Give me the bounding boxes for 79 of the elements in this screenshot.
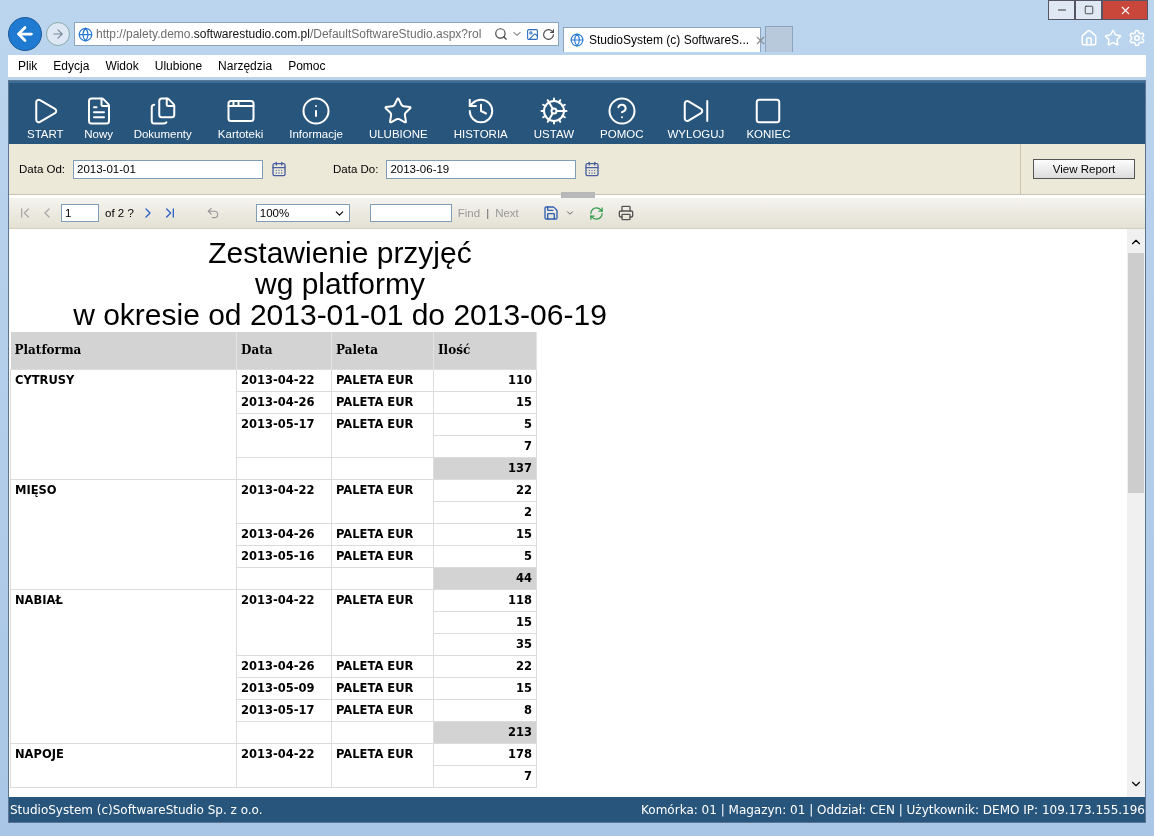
toolbar-button[interactable]: WYLOGUJ — [659, 96, 733, 140]
calendar-icon[interactable] — [584, 161, 601, 177]
menu-item[interactable]: Ulubione — [154, 59, 203, 73]
date-cell: 2013-04-22 — [236, 589, 332, 655]
toolbar-button[interactable]: POMOC — [592, 96, 652, 140]
browser-icon — [570, 33, 584, 47]
find-field[interactable] — [369, 204, 452, 222]
date-cell: 2013-05-17 — [236, 413, 332, 457]
column-header: Paleta — [331, 332, 434, 369]
status-right: Komórka: 01 | Magazyn: 01 | Oddział: CEN | Użytkownik: DEMO IP: 109.173.155.196 — [641, 802, 1145, 817]
star-icon[interactable] — [1104, 29, 1122, 47]
print-icon[interactable] — [617, 205, 634, 221]
date-to-label: Data Do: — [333, 163, 379, 175]
menu-item[interactable]: Edycja — [53, 59, 90, 73]
caret-icon[interactable] — [564, 208, 575, 218]
refresh-icon[interactable] — [542, 27, 555, 41]
help-icon — [606, 96, 637, 126]
report-title: wg platformy — [254, 268, 426, 299]
toolbar-button[interactable]: Nowy — [75, 96, 122, 140]
date-cell: 2013-04-22 — [236, 743, 332, 787]
toolbar-button[interactable]: KONIEC — [738, 96, 799, 140]
arrow-right-icon — [51, 27, 65, 41]
page-field[interactable]: 1 — [61, 204, 99, 222]
maximize-icon — [1083, 5, 1094, 15]
platform-cell: NABIAŁ — [10, 589, 237, 743]
menu-item[interactable]: Pomoc — [288, 59, 326, 73]
platform-cell: MIĘSO — [10, 479, 237, 589]
pallet-cell: PALETA EUR — [331, 479, 434, 523]
minimize-button[interactable] — [1048, 0, 1075, 20]
pallet-cell: PALETA EUR — [331, 413, 434, 457]
zoom-select[interactable]: 100% — [255, 204, 350, 222]
forward-button[interactable] — [46, 22, 70, 46]
close-button[interactable] — [1102, 0, 1148, 20]
collapse-handle[interactable] — [561, 192, 595, 198]
page-count: of 2 ? — [105, 207, 134, 219]
search-icon[interactable] — [494, 27, 508, 41]
back-button[interactable] — [8, 17, 42, 51]
quantity-cell: 110 — [433, 369, 537, 391]
date-cell: 2013-04-22 — [236, 369, 332, 391]
toolbar-button[interactable]: ULUBIONE — [360, 96, 436, 140]
date-from-field[interactable]: 2013-01-01 — [73, 159, 264, 179]
maximize-button[interactable] — [1075, 0, 1102, 20]
status-left: StudioSystem (c)SoftwareStudio Sp. z o.o. — [10, 802, 263, 817]
address-text: http://palety.demo.softwarestudio.com.pl/DefaultSoftwareStudio.aspx?rol — [96, 27, 482, 41]
pallet-cell: PALETA EUR — [331, 743, 434, 787]
report-title: Zestawienie przyjęć — [208, 237, 472, 268]
platform-cell: NAPOJE — [10, 743, 237, 787]
scrollbar[interactable] — [1127, 229, 1145, 797]
menu-item[interactable]: Widok — [105, 59, 139, 73]
toolbar-button[interactable]: HISTORIA — [445, 96, 516, 140]
address-bar[interactable]: http://palety.demo.softwarestudio.com.pl/DefaultSoftwareStudio.aspx?rol — [74, 22, 559, 46]
save-icon[interactable] — [542, 205, 559, 221]
menu-item[interactable]: Narzędzia — [218, 59, 273, 73]
date-to-field[interactable]: 2013-06-19 — [386, 159, 577, 179]
menu-item[interactable]: Plik — [18, 59, 38, 73]
gears-icon — [538, 96, 569, 126]
toolbar-button[interactable]: START — [19, 96, 72, 140]
toolbar-button[interactable]: USTAW — [525, 96, 583, 140]
image-icon[interactable] — [526, 27, 539, 41]
column-header: Data — [236, 332, 332, 369]
toolbar-button[interactable]: Kartoteki — [209, 96, 272, 140]
calendar-icon[interactable] — [271, 161, 288, 177]
browser-icon — [78, 26, 93, 42]
column-header: Platforma — [10, 332, 237, 369]
tab-title: StudioSystem (c) SoftwareS... — [589, 33, 750, 47]
pallet-cell: PALETA EUR — [331, 369, 434, 391]
toolbar-button[interactable]: Informacje — [281, 96, 351, 140]
report-title: w okresie od 2013-01-01 do 2013-06-19 — [73, 299, 607, 330]
toolbar-button[interactable]: Dokumenty — [125, 96, 200, 140]
platform-cell: CYTRUSY — [10, 369, 237, 479]
pallet-cell: PALETA EUR — [331, 589, 434, 655]
date-from-label: Data Od: — [19, 163, 66, 175]
date-cell: 2013-04-22 — [236, 479, 332, 523]
column-header: Ilość — [433, 332, 537, 369]
back-arrow-icon[interactable] — [205, 206, 220, 220]
link-separator: | — [486, 207, 490, 219]
star-icon — [383, 96, 414, 126]
info-icon — [301, 96, 332, 126]
view-report-button[interactable]: View Report — [1033, 159, 1135, 179]
